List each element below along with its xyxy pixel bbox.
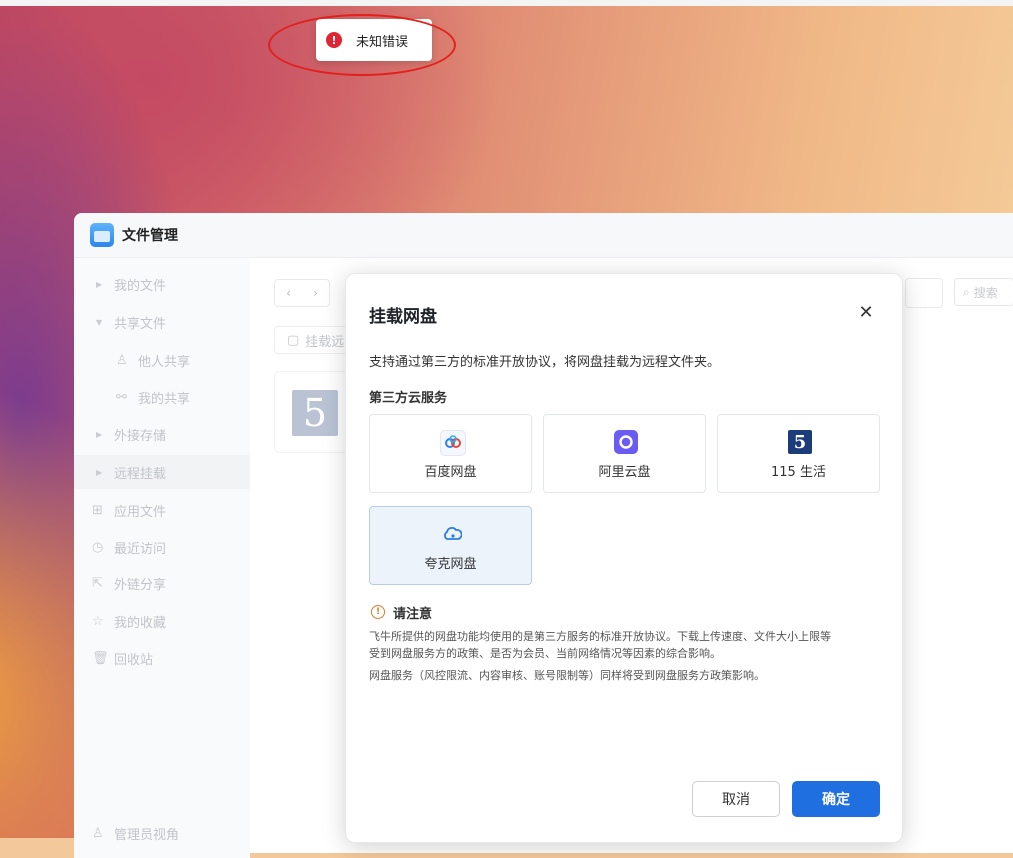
notice-title: 请注意	[393, 607, 433, 622]
sidebar-item-recent[interactable]: ◷ 最近访问	[74, 530, 250, 564]
service-label: 阿里云盘	[598, 465, 651, 480]
search-input[interactable]: ⌕ 搜索	[954, 278, 1013, 306]
sidebar: ▶ 我的文件 ▼ 共享文件 ♙ 他人共享 ⚯ 我的共享 ▶ 外接存储 ▶ 远程挂…	[74, 258, 250, 858]
sidebar-item-label: 远程挂载	[114, 466, 167, 482]
caret-down-icon: ▼	[96, 317, 103, 327]
sidebar-item-label: 我的收藏	[114, 615, 167, 631]
sidebar-item-label: 最近访问	[114, 541, 167, 557]
notice-line: 网盘服务（风控限流、内容审核、账号限制等）同样将受到网盘服务方政策影响。	[369, 669, 765, 682]
confirm-button[interactable]: 确定	[792, 781, 880, 817]
search-icon: ⌕	[963, 284, 970, 299]
service-label: 百度网盘	[424, 465, 477, 480]
aliyun-drive-icon	[614, 430, 638, 454]
notice-line: 受到网盘服务方的政策、是否为会员、当前网络情况等因素的综合影响。	[369, 647, 721, 660]
folder-icon: ▢	[287, 332, 300, 348]
back-button[interactable]: ‹	[275, 280, 302, 306]
forward-button[interactable]: ›	[302, 280, 329, 306]
service-label: 115 生活	[771, 465, 826, 480]
star-icon: ☆	[92, 613, 104, 629]
115-logo-icon: 5	[292, 390, 338, 436]
sidebar-item-remote-mount[interactable]: ▶ 远程挂载	[74, 455, 250, 489]
service-card-aliyun[interactable]: 阿里云盘	[543, 414, 706, 493]
caret-right-icon: ▶	[96, 467, 103, 477]
dialog-title: 挂载网盘	[369, 307, 437, 327]
clock-icon: ◷	[92, 539, 104, 555]
sidebar-footer-label: 管理员视角	[114, 827, 180, 843]
search-placeholder: 搜索	[973, 285, 998, 300]
user-icon: ♙	[116, 352, 128, 368]
sidebar-item-shared-by-others[interactable]: ♙ 他人共享	[74, 343, 250, 377]
folder-app-icon	[90, 223, 114, 247]
service-card-quark[interactable]: 夸克网盘	[369, 506, 532, 585]
sidebar-item-shared-files[interactable]: ▼ 共享文件	[74, 305, 250, 339]
baidu-netdisk-icon	[440, 430, 466, 456]
sidebar-item-label: 回收站	[114, 652, 154, 668]
trash-icon: 🗑	[92, 650, 109, 666]
service-card-115[interactable]: 5 115 生活	[717, 414, 880, 493]
service-card-baidu[interactable]: 百度网盘	[369, 414, 532, 493]
sidebar-item-label: 我的文件	[114, 278, 167, 294]
path-chip-label: 挂载远	[305, 334, 345, 350]
window-title: 文件管理	[122, 228, 178, 244]
apps-grid-icon: ⊞	[92, 502, 103, 518]
sidebar-item-external-links[interactable]: ⇱ 外链分享	[74, 566, 250, 600]
sidebar-item-my-shares[interactable]: ⚯ 我的共享	[74, 380, 250, 414]
user-icon: ♙	[92, 825, 104, 841]
sidebar-item-my-files[interactable]: ▶ 我的文件	[74, 267, 250, 301]
view-toggle[interactable]	[905, 278, 943, 308]
section-label: 第三方云服务	[369, 391, 448, 406]
sidebar-item-label: 外链分享	[114, 577, 167, 593]
sidebar-footer-admin-view[interactable]: ♙ 管理员视角	[74, 816, 250, 850]
external-link-icon: ⇱	[92, 575, 103, 591]
window-titlebar: 文件管理	[74, 213, 1013, 258]
115-logo-icon: 5	[788, 430, 812, 454]
quark-cloud-icon	[440, 522, 464, 546]
sidebar-item-label: 应用文件	[114, 504, 167, 520]
sidebar-item-label: 共享文件	[114, 316, 167, 332]
close-icon[interactable]: ✕	[854, 300, 878, 324]
caret-right-icon: ▶	[96, 429, 103, 439]
sidebar-item-label: 我的共享	[138, 391, 191, 407]
caret-right-icon: ▶	[96, 279, 103, 289]
path-chip[interactable]: ▢ 挂载远	[274, 326, 354, 354]
sidebar-item-external-storage[interactable]: ▶ 外接存储	[74, 417, 250, 451]
sidebar-item-app-files[interactable]: ⊞ 应用文件	[74, 493, 250, 527]
highlight-annotation	[268, 14, 456, 76]
cancel-button[interactable]: 取消	[692, 781, 780, 817]
notice-line: 飞牛所提供的网盘功能均使用的是第三方服务的标准开放协议。下载上传速度、文件大小上…	[369, 630, 831, 643]
top-strip	[0, 0, 1013, 6]
share-icon: ⚯	[116, 389, 127, 405]
sidebar-item-label: 他人共享	[138, 354, 191, 370]
info-icon: !	[371, 605, 385, 619]
sidebar-item-trash[interactable]: 🗑 回收站	[74, 641, 250, 675]
mount-netdisk-dialog: 挂载网盘 ✕ 支持通过第三方的标准开放协议，将网盘挂载为远程文件夹。 第三方云服…	[345, 273, 903, 843]
sidebar-item-label: 外接存储	[114, 428, 167, 444]
nav-buttons: ‹ ›	[274, 279, 330, 307]
sidebar-item-favorites[interactable]: ☆ 我的收藏	[74, 604, 250, 638]
dialog-description: 支持通过第三方的标准开放协议，将网盘挂载为远程文件夹。	[369, 355, 721, 370]
service-label: 夸克网盘	[424, 557, 477, 572]
